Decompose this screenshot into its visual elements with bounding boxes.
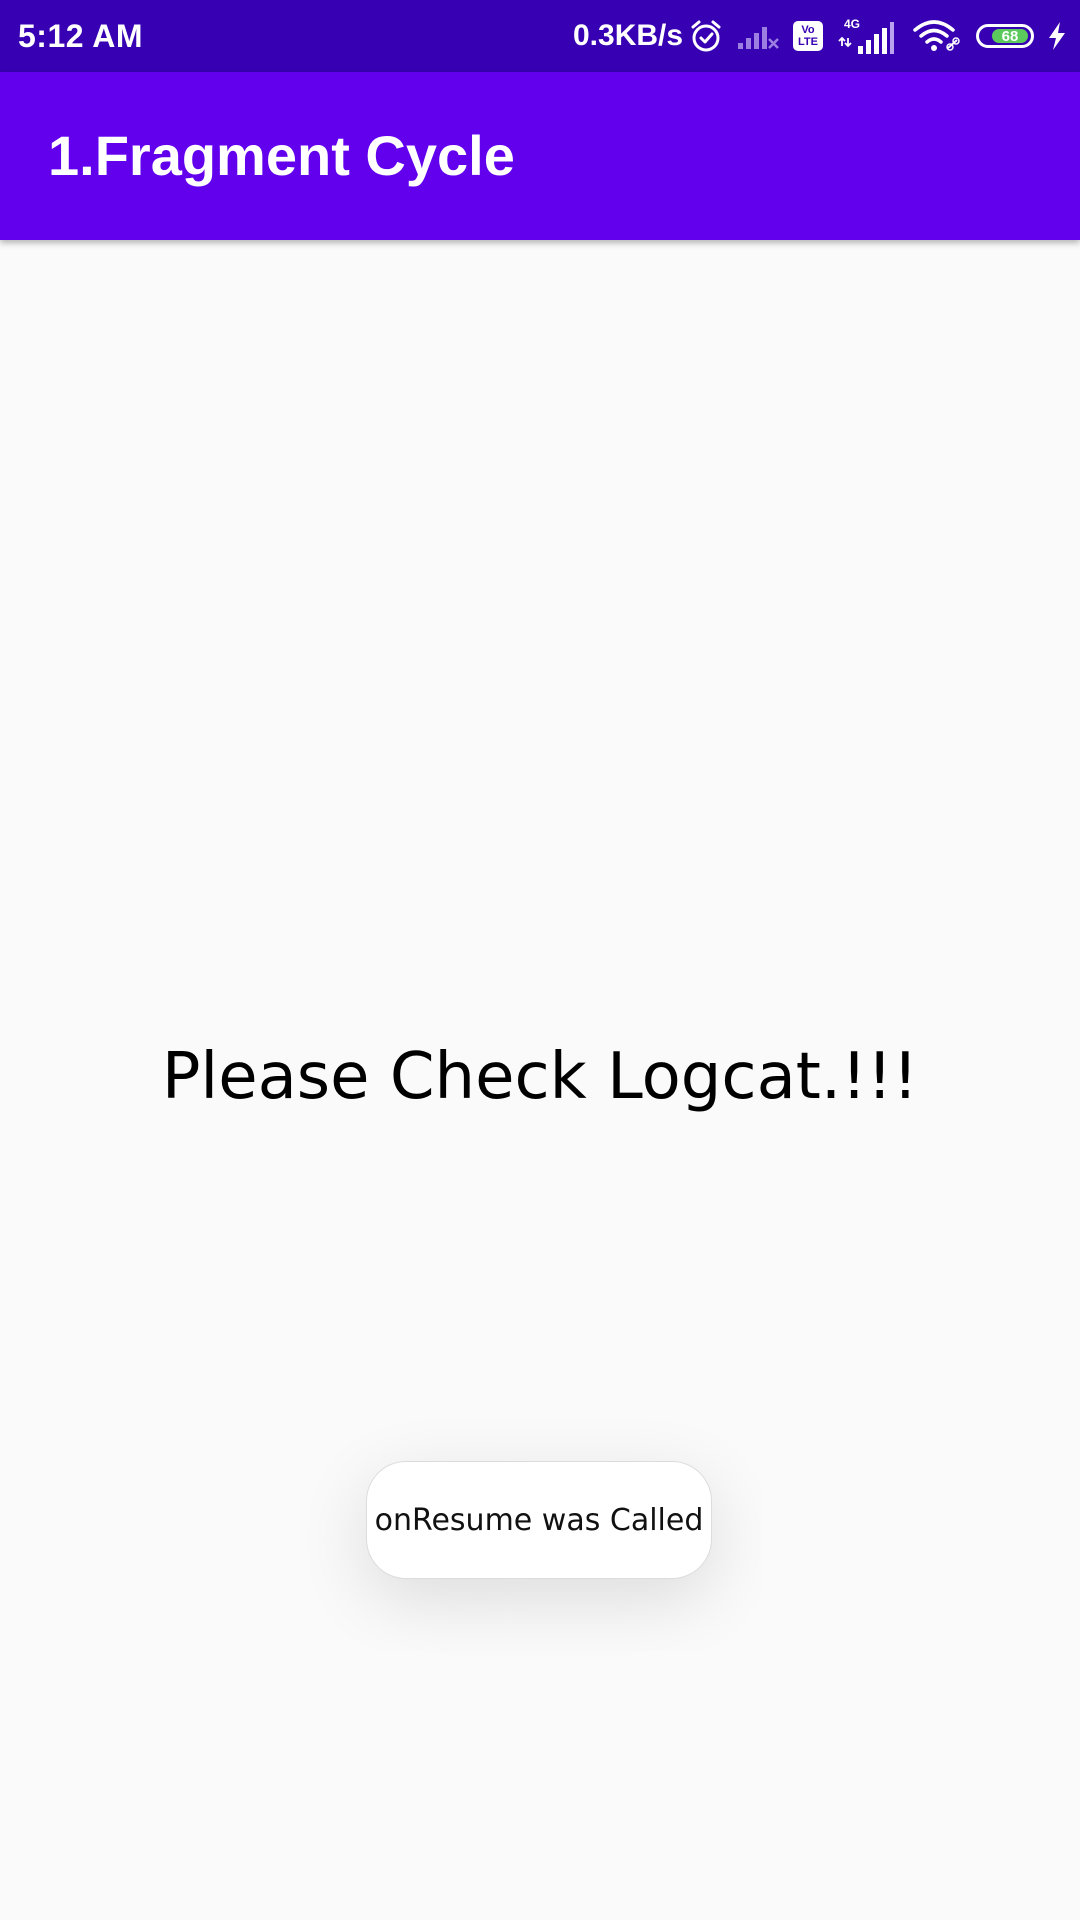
charging-icon — [1046, 0, 1068, 72]
toast-notification: onResume was Called — [366, 1461, 712, 1579]
volte-label-bottom: LTE — [798, 36, 818, 48]
logcat-message: Please Check Logcat.!!! — [161, 1040, 919, 1114]
signal-off-icon — [736, 0, 780, 72]
signal-4g-icon: 4G — [838, 0, 898, 72]
network-speed: 0.3KB/s — [573, 19, 684, 52]
volte-icon: Vo LTE — [793, 0, 823, 72]
network-type-label: 4G — [844, 17, 860, 31]
wifi-icon — [912, 0, 962, 72]
battery-icon: 68 — [976, 0, 1034, 72]
app-title: 1.Fragment Cycle — [48, 124, 515, 187]
battery-level: 68 — [1001, 27, 1019, 45]
alarm-icon — [688, 0, 724, 72]
app-bar: 1.Fragment Cycle — [0, 72, 1080, 240]
toast-text: onResume was Called — [374, 1502, 704, 1538]
status-time: 5:12 AM — [18, 18, 144, 54]
status-bar: 5:12 AM 0.3KB/s Vo LTE 4G 68 — [0, 0, 1080, 72]
volte-label-top: Vo — [801, 24, 815, 36]
